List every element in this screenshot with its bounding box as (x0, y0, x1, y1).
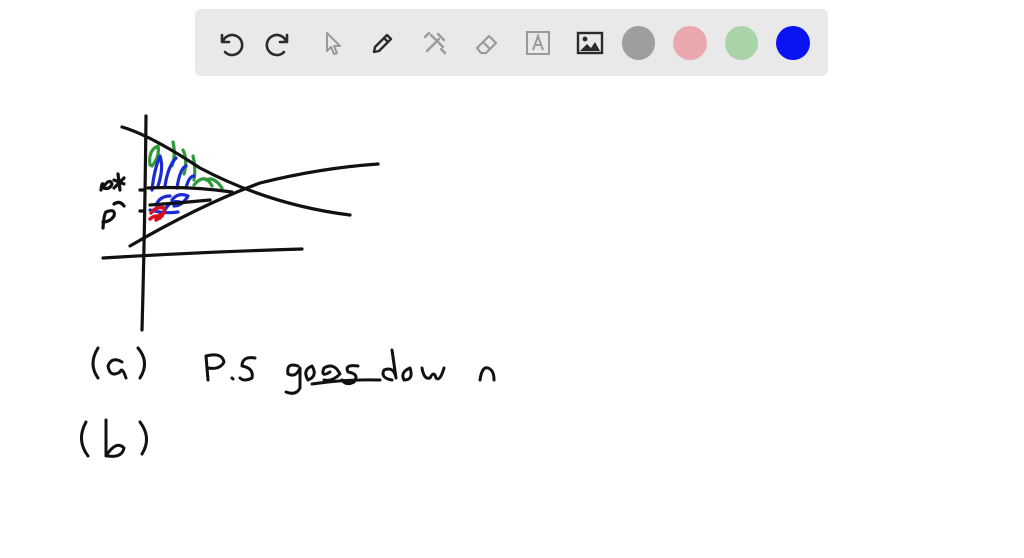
image-icon (576, 31, 603, 54)
redo-icon (265, 33, 289, 56)
handwriting-a (91, 346, 496, 395)
eraser-icon (475, 34, 497, 54)
text-icon (526, 30, 551, 55)
image-button[interactable] (570, 23, 610, 63)
pen-button[interactable] (364, 23, 404, 63)
text-button[interactable] (518, 23, 558, 63)
select-button[interactable] (312, 23, 352, 63)
pen-icon (373, 33, 393, 53)
tools-icon (423, 31, 447, 54)
drawing-canvas[interactable] (0, 0, 1024, 558)
drawing-toolbar (195, 9, 828, 76)
color-swatch-blue[interactable] (776, 25, 810, 60)
red-shading (148, 205, 167, 222)
color-swatch-pink[interactable] (673, 25, 707, 60)
price-line-upper (146, 185, 234, 194)
pointer-icon (325, 31, 341, 55)
tools-button[interactable] (415, 23, 455, 63)
x-axis (101, 247, 304, 260)
color-swatch-green[interactable] (724, 25, 759, 60)
whiteboard-page (0, 0, 1024, 558)
redo-button[interactable] (261, 23, 301, 63)
handwriting-b (80, 418, 148, 458)
y-axis (140, 114, 148, 332)
eraser-button[interactable] (467, 23, 507, 63)
graph-lines (99, 114, 380, 332)
undo-button[interactable] (209, 23, 249, 63)
undo-icon (220, 33, 244, 56)
color-swatch-gray[interactable] (621, 25, 656, 60)
